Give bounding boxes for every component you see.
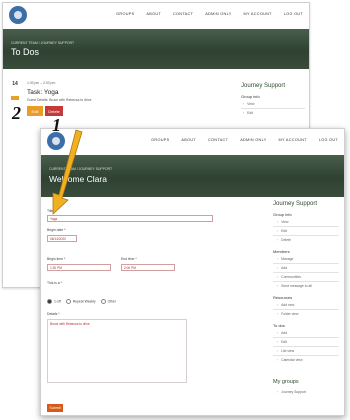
arrow-shape — [52, 129, 83, 215]
yellow-arrow-icon — [52, 129, 83, 215]
